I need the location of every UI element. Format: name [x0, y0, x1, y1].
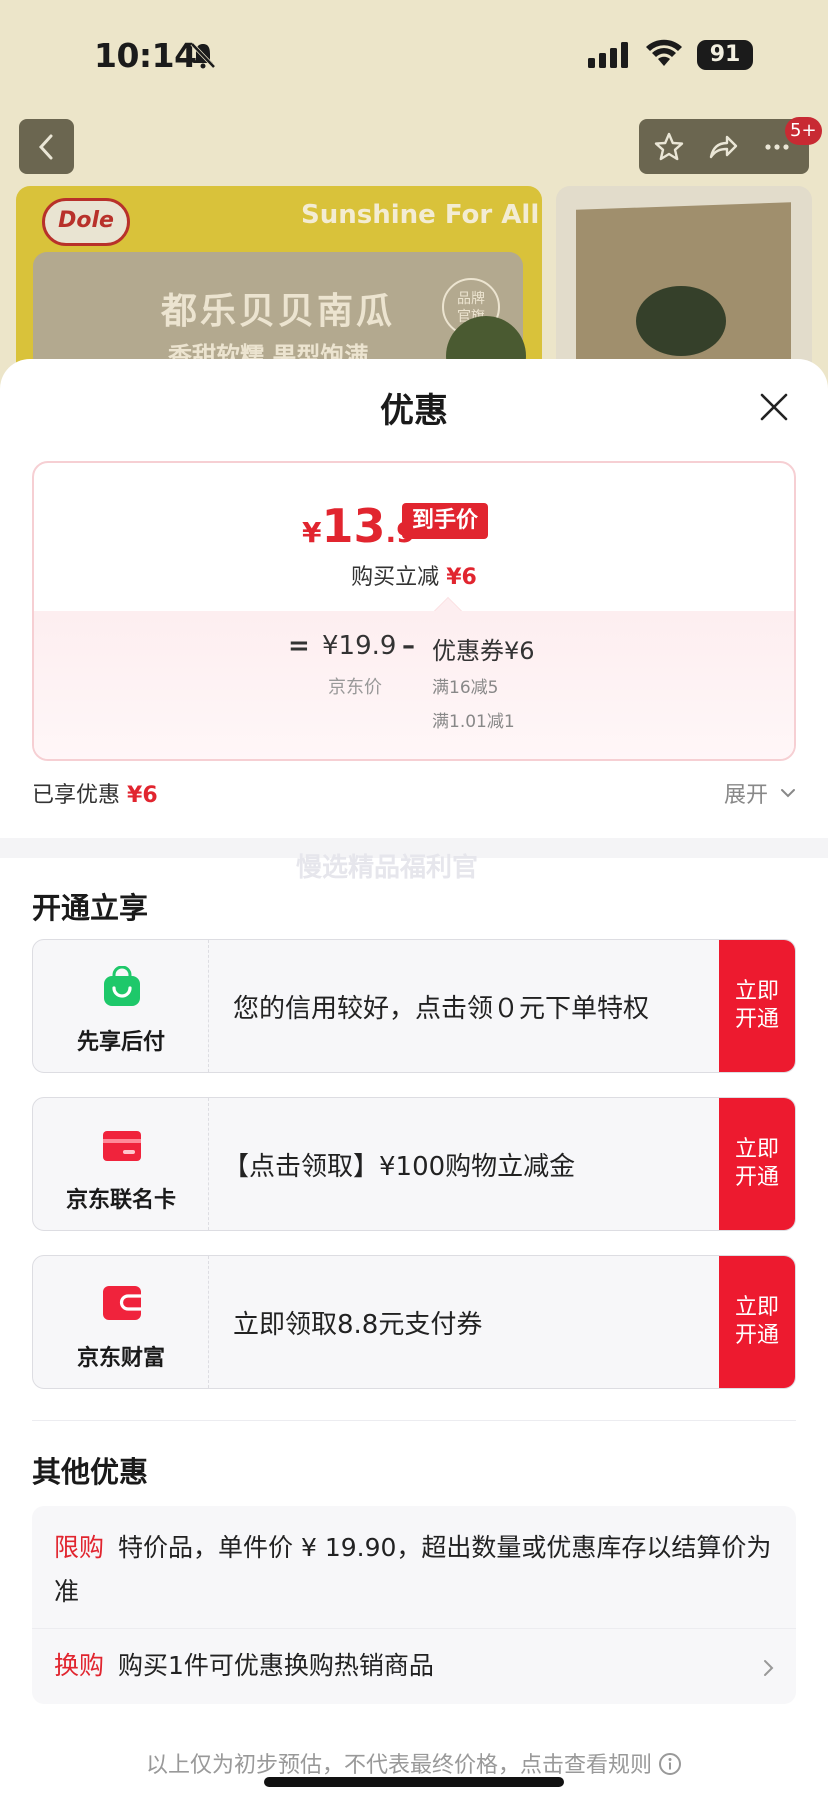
- limit-text: 特价品，单件价 ¥ 19.90，超出数量或优惠库存以结算价为准: [54, 1533, 772, 1606]
- product-page-background: 10:14 91 5+ Dole Sunshine For All 都乐贝贝南瓜…: [0, 0, 828, 400]
- expand-toggle[interactable]: 展开: [724, 777, 768, 809]
- direct-discount-label: 购买立减: [351, 565, 440, 590]
- limit-purchase-row: 限购 特价品，单件价 ¥ 19.90，超出数量或优惠库存以结算价为准: [54, 1526, 774, 1614]
- credit-card-icon: [103, 1131, 141, 1161]
- limit-tag: 限购: [54, 1533, 105, 1562]
- dole-logo: Dole: [42, 198, 130, 246]
- activate-button[interactable]: 立即 开通: [719, 940, 795, 1072]
- minus-sign: –: [402, 631, 415, 661]
- trade-in-tag: 换购: [54, 1651, 105, 1680]
- back-button[interactable]: [19, 119, 74, 174]
- jd-price-label: 京东价: [328, 677, 382, 698]
- product-banner[interactable]: Dole Sunshine For All 都乐贝贝南瓜 香甜软糯 果型饱满 品…: [16, 186, 542, 386]
- nav-actions: [639, 119, 809, 174]
- rules-note[interactable]: 以上仅为初步预估，不代表最终价格，点击查看规则: [0, 1747, 828, 1779]
- home-indicator[interactable]: [264, 1777, 564, 1787]
- banner-title: 都乐贝贝南瓜: [161, 291, 396, 332]
- enjoyed-label: 已享优惠: [32, 783, 121, 808]
- product-thumbnail[interactable]: [556, 186, 812, 386]
- info-icon[interactable]: [658, 1752, 682, 1776]
- price-breakdown-card: ¥13.9 到手价 购买立减 ¥6 = ¥19.9 京东价 – 优惠券¥6 满1…: [32, 461, 796, 761]
- melon-image: [636, 286, 726, 356]
- chevron-left-icon: [38, 134, 53, 160]
- direct-discount-value: ¥6: [446, 565, 477, 590]
- section-divider-line: [32, 1420, 796, 1421]
- wallet-icon: [103, 1286, 141, 1320]
- activate-button[interactable]: 立即 开通: [719, 1098, 795, 1230]
- status-bar: 10:14 91: [0, 0, 828, 110]
- battery-indicator: 91: [697, 40, 753, 70]
- status-time: 10:14: [94, 36, 197, 75]
- share-icon[interactable]: [707, 131, 739, 163]
- equals-sign: =: [288, 631, 310, 661]
- chevron-down-icon[interactable]: [778, 783, 798, 803]
- price-integer: 13: [321, 499, 386, 553]
- offer-card-cobrand-card[interactable]: 京东联名卡 【点击领取】¥100购物立减金 立即 开通: [32, 1097, 796, 1231]
- shopping-bag-icon: [104, 966, 140, 1006]
- price-formula: = ¥19.9 京东价 – 优惠券¥6 满16减5 满1.01减1: [34, 611, 794, 759]
- offer-name: 先享后付: [76, 1030, 165, 1055]
- discount-sheet: 优惠 ¥13.9 到手价 购买立减 ¥6 = ¥19.9 京东价 – 优惠券¥6…: [0, 359, 828, 1795]
- other-offers-list: 限购 特价品，单件价 ¥ 19.90，超出数量或优惠库存以结算价为准 换购 购买1件…: [32, 1506, 796, 1704]
- activate-button[interactable]: 立即 开通: [719, 1256, 795, 1388]
- bell-muted-icon: [190, 42, 216, 69]
- coupon-rule: 满1.01减1: [432, 712, 515, 732]
- offer-description: 立即领取8.8元支付券: [233, 1310, 483, 1340]
- offer-card-pay-later[interactable]: 先享后付 您的信用较好，点击领０元下单特权 立即 开通: [32, 939, 796, 1073]
- chevron-right-icon[interactable]: [758, 1656, 778, 1680]
- offer-name: 京东财富: [76, 1346, 165, 1371]
- watermark-text: 慢选精品福利官: [296, 853, 479, 883]
- trade-in-text: 购买1件可优惠换购热销商品: [118, 1651, 434, 1680]
- row-divider: [32, 1628, 796, 1629]
- coupon-discount: 优惠券¥6: [432, 637, 535, 665]
- cellular-signal-icon: [588, 42, 628, 68]
- coupon-rule: 满16减5: [432, 678, 499, 698]
- trade-in-row[interactable]: 换购 购买1件可优惠换购热销商品: [54, 1644, 434, 1688]
- final-price-tag: 到手价: [402, 503, 489, 539]
- rules-note-text[interactable]: 以上仅为初步预估，不代表最终价格，点击查看规则: [146, 1753, 652, 1778]
- star-icon[interactable]: [653, 131, 685, 163]
- open-section-title: 开通立享: [32, 891, 149, 925]
- final-price-section: ¥13.9 到手价 购买立减 ¥6: [34, 463, 794, 611]
- final-price: ¥13.9: [302, 499, 416, 553]
- close-icon[interactable]: [756, 389, 792, 425]
- jd-price: ¥19.9: [322, 631, 397, 661]
- offer-description: 【点击领取】¥100购物立减金: [223, 1152, 576, 1182]
- other-section-title: 其他优惠: [32, 1455, 149, 1489]
- message-badge: 5+: [785, 117, 822, 145]
- enjoyed-value: ¥6: [127, 783, 158, 808]
- offer-brand: 先享后付: [33, 940, 209, 1072]
- sheet-title: 优惠: [380, 391, 448, 431]
- offer-name: 京东联名卡: [65, 1188, 176, 1213]
- enjoyed-discount: 已享优惠 ¥6: [32, 777, 158, 809]
- offer-brand: 京东联名卡: [33, 1098, 209, 1230]
- offer-card-jd-wealth[interactable]: 京东财富 立即领取8.8元支付券 立即 开通: [32, 1255, 796, 1389]
- banner-slogan: Sunshine For All: [301, 200, 540, 230]
- offer-description: 您的信用较好，点击领０元下单特权: [233, 994, 650, 1024]
- offer-brand: 京东财富: [33, 1256, 209, 1388]
- wifi-icon: [646, 39, 682, 66]
- direct-discount: 购买立减 ¥6: [34, 559, 794, 591]
- currency-symbol: ¥: [302, 516, 322, 549]
